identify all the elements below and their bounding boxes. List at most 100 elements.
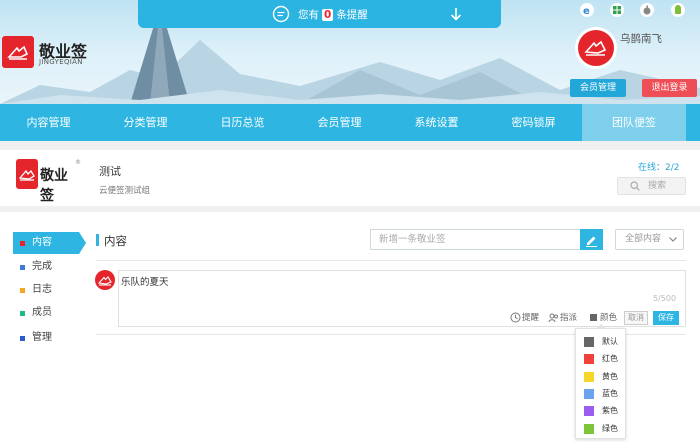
nav-item-category[interactable]: 分类管理 bbox=[97, 104, 194, 141]
color-square-icon bbox=[590, 314, 597, 321]
logo-mark bbox=[2, 36, 34, 68]
assign-label: 指派 bbox=[560, 313, 578, 323]
sidebar-item-members[interactable]: 成员 bbox=[13, 302, 79, 324]
notice-prefix: 您有 bbox=[298, 9, 319, 21]
cancel-button[interactable]: 取消 bbox=[624, 311, 648, 325]
member-manage-button[interactable]: 会员管理 bbox=[570, 79, 626, 97]
group-search-input[interactable]: 搜索 bbox=[617, 177, 686, 195]
chevron-down-icon bbox=[669, 237, 677, 242]
remind-button[interactable]: 提醒 bbox=[510, 310, 539, 326]
color-label: 颜色 bbox=[600, 313, 618, 323]
color-label-green: 绿色 bbox=[602, 424, 618, 433]
brand-subtitle: JINGYEQIAN bbox=[39, 58, 83, 66]
filter-label: 全部内容 bbox=[625, 234, 662, 244]
color-dropdown: 默认 红色 黄色 蓝色 紫色 绿色 bbox=[575, 324, 626, 439]
nav-item-content[interactable]: 内容管理 bbox=[0, 104, 97, 141]
color-label-red: 红色 bbox=[602, 354, 618, 363]
group-logo-mark bbox=[16, 159, 38, 189]
post-avatar-logo-icon bbox=[97, 276, 112, 286]
section-accent-bar bbox=[96, 234, 99, 246]
clock-icon bbox=[510, 312, 521, 323]
assign-button[interactable]: 指派 bbox=[548, 310, 577, 326]
notice-suffix: 条提醒 bbox=[336, 9, 368, 21]
color-label-default: 默认 bbox=[602, 337, 618, 346]
sidebar-item-log[interactable]: 日志 bbox=[13, 279, 79, 301]
app-page: 您有 0 条提醒 敬业签 JINGYEQIAN e 乌鹊南飞 会员管理 退出登录… bbox=[0, 0, 700, 448]
nav-item-settings[interactable]: 系统设置 bbox=[388, 104, 485, 141]
notification-bar[interactable]: 您有 0 条提醒 bbox=[138, 0, 501, 28]
color-option-blue[interactable]: 蓝色 bbox=[584, 387, 624, 401]
section-title: 内容 bbox=[104, 234, 127, 248]
username: 乌鹊南飞 bbox=[620, 33, 662, 45]
char-counter: 5/500 bbox=[653, 294, 677, 303]
sidebar-label-members: 成员 bbox=[32, 307, 52, 318]
swatch-red bbox=[584, 354, 594, 364]
color-option-default[interactable]: 默认 bbox=[584, 335, 624, 349]
save-button[interactable]: 保存 bbox=[653, 311, 679, 325]
ie-icon[interactable]: e bbox=[580, 3, 594, 17]
new-note-input[interactable]: 新增一条敬业签 bbox=[370, 229, 580, 250]
swatch-green bbox=[584, 424, 594, 434]
color-label-blue: 蓝色 bbox=[602, 389, 618, 398]
pencil-icon bbox=[586, 236, 597, 247]
divider bbox=[96, 260, 686, 261]
header-banner: 您有 0 条提醒 敬业签 JINGYEQIAN e 乌鹊南飞 会员管理 退出登录 bbox=[0, 0, 700, 104]
color-label-yellow: 黄色 bbox=[602, 372, 618, 381]
color-option-green[interactable]: 绿色 bbox=[584, 422, 624, 436]
sidebar-label-content: 内容 bbox=[32, 237, 52, 248]
registered-mark: ® bbox=[75, 159, 81, 166]
remind-label: 提醒 bbox=[522, 313, 540, 323]
search-placeholder: 搜索 bbox=[648, 181, 667, 191]
sidebar-dot-members bbox=[20, 311, 25, 316]
sidebar-dot-manage bbox=[20, 336, 25, 341]
brand-logo[interactable]: 敬业签 JINGYEQIAN bbox=[2, 36, 122, 70]
sidebar-label-done: 完成 bbox=[32, 261, 52, 272]
sidebar-dot-content bbox=[20, 241, 25, 246]
color-option-red[interactable]: 红色 bbox=[584, 352, 624, 366]
swatch-purple bbox=[584, 406, 594, 416]
user-avatar-logo-icon bbox=[584, 40, 607, 56]
swatch-default bbox=[584, 337, 594, 347]
post-author-avatar[interactable] bbox=[95, 270, 115, 290]
windows-icon[interactable] bbox=[610, 3, 624, 17]
color-option-yellow[interactable]: 黄色 bbox=[584, 370, 624, 384]
group-description: 云便签测试组 bbox=[99, 186, 151, 196]
group-logo: 敬业签 bbox=[16, 159, 74, 204]
group-name: 测试 bbox=[99, 165, 121, 178]
nav-item-lockscreen[interactable]: 密码锁屏 bbox=[485, 104, 582, 141]
nav-item-calendar[interactable]: 日历总览 bbox=[194, 104, 291, 141]
notification-text: 您有 0 条提醒 bbox=[298, 7, 368, 22]
sidebar-label-manage: 管理 bbox=[32, 332, 52, 343]
sidebar-item-manage[interactable]: 管理 bbox=[13, 327, 79, 349]
swatch-yellow bbox=[584, 372, 594, 382]
note-text[interactable]: 乐队的夏天 bbox=[121, 274, 169, 288]
group-logo-title: 敬业签 bbox=[40, 168, 68, 204]
color-option-purple[interactable]: 紫色 bbox=[584, 404, 624, 418]
nav-item-team-notes[interactable]: 团队便签 bbox=[582, 104, 686, 141]
notice-count: 0 bbox=[322, 9, 334, 21]
sidebar-item-content[interactable]: 内容 bbox=[13, 232, 86, 254]
chat-bubble-icon bbox=[272, 5, 290, 23]
sidebar-item-done[interactable]: 完成 bbox=[13, 256, 79, 278]
sidebar-dot-done bbox=[20, 265, 25, 270]
group-rocket-logo-icon bbox=[18, 169, 35, 181]
user-avatar[interactable] bbox=[575, 27, 617, 69]
nav-item-members[interactable]: 会员管理 bbox=[291, 104, 388, 141]
sidebar-label-log: 日志 bbox=[32, 284, 52, 295]
arrow-down-icon[interactable] bbox=[448, 6, 464, 22]
content-filter-select[interactable]: 全部内容 bbox=[615, 229, 684, 250]
color-label-purple: 紫色 bbox=[602, 406, 618, 415]
svg-text:e: e bbox=[583, 6, 590, 17]
rocket-logo-icon bbox=[7, 45, 29, 60]
platform-links: e bbox=[578, 3, 694, 17]
android-icon[interactable] bbox=[671, 3, 685, 17]
search-icon bbox=[630, 181, 640, 191]
main-nav: 内容管理 分类管理 日历总览 会员管理 系统设置 密码锁屏 团队便签 bbox=[0, 104, 700, 141]
new-note-button[interactable] bbox=[580, 229, 603, 250]
apple-icon[interactable] bbox=[640, 3, 654, 17]
online-count: 在线：2/2 bbox=[638, 163, 680, 173]
swatch-blue bbox=[584, 389, 594, 399]
sidebar-dot-log bbox=[20, 288, 25, 293]
people-icon bbox=[548, 313, 558, 323]
logout-button[interactable]: 退出登录 bbox=[642, 79, 697, 97]
